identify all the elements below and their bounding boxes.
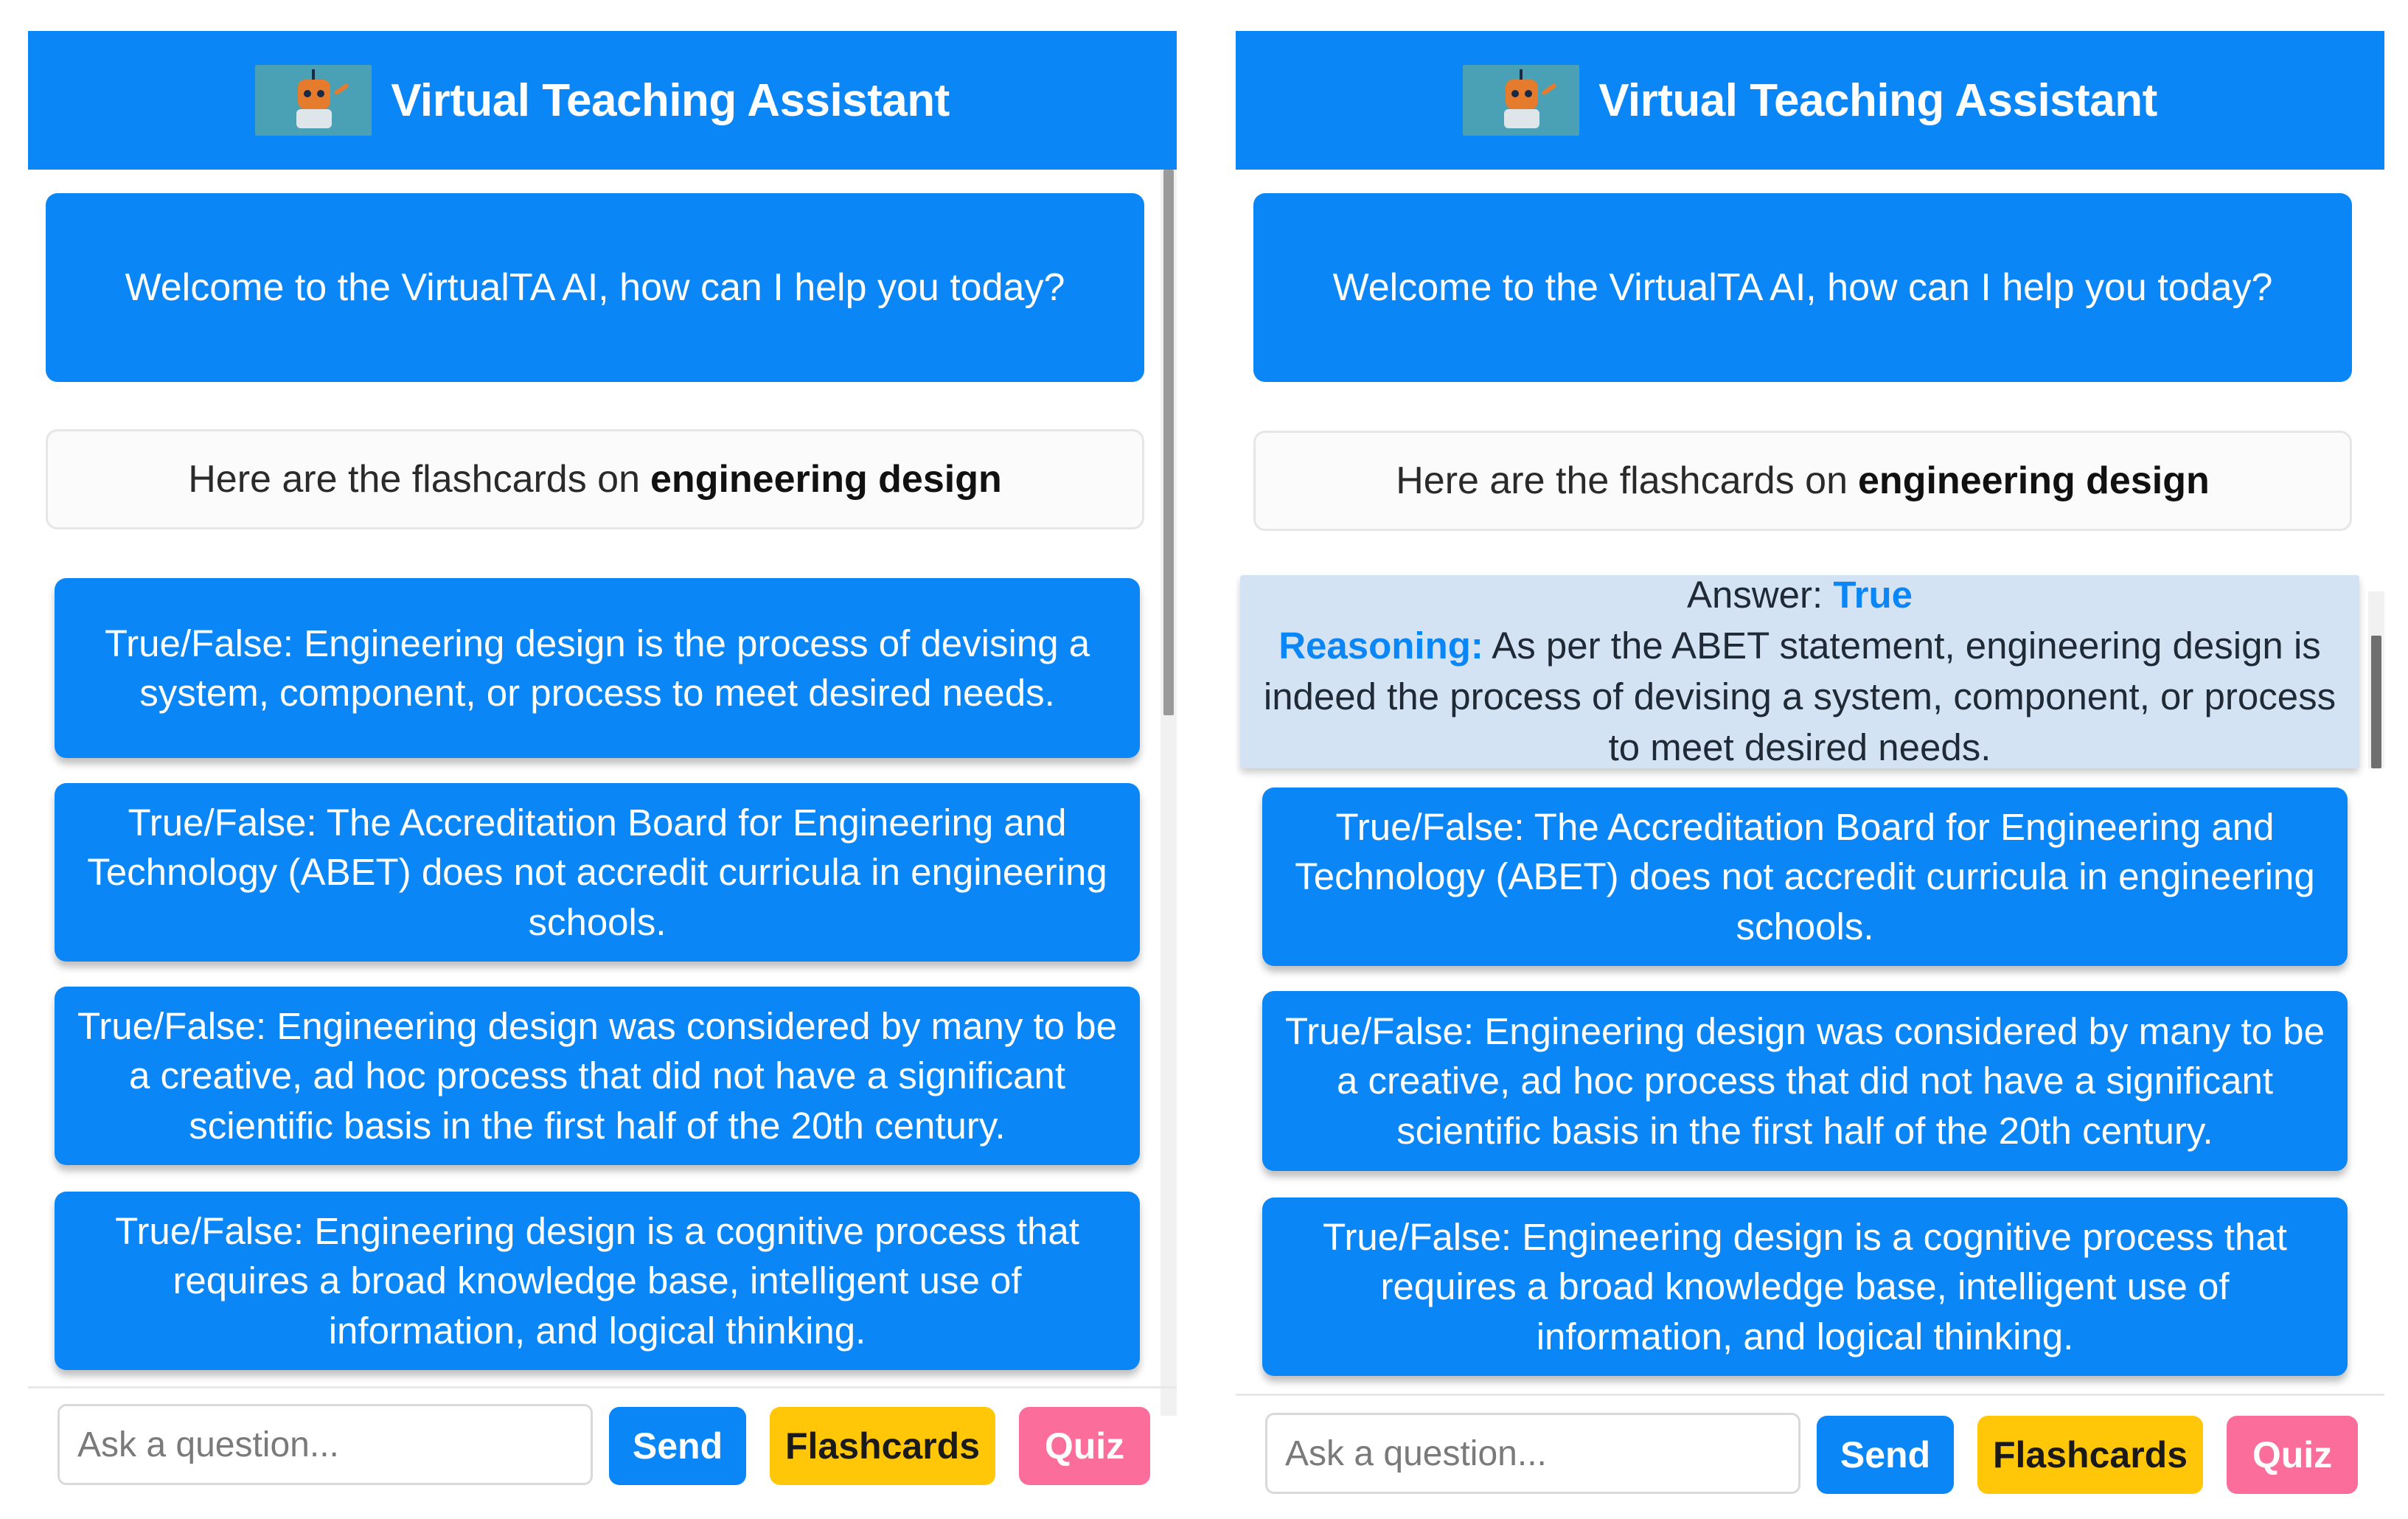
quiz-button[interactable]: Quiz bbox=[2227, 1416, 2358, 1494]
reasoning-line: Reasoning: As per the ABET statement, en… bbox=[1261, 621, 2339, 774]
question-input-placeholder: Ask a question... bbox=[77, 1425, 339, 1464]
answer-line: Answer: True bbox=[1687, 570, 1913, 621]
flashcard-text: True/False: Engineering design is a cogn… bbox=[115, 1210, 1079, 1352]
app-title: Virtual Teaching Assistant bbox=[1598, 74, 2157, 126]
question-input-placeholder: Ask a question... bbox=[1285, 1433, 1547, 1473]
flashcard-1-answer[interactable]: Answer: True Reasoning: As per the ABET … bbox=[1240, 574, 2359, 768]
topic-message: Here are the flashcards on engineering de… bbox=[1253, 431, 2352, 531]
welcome-message: Welcome to the VirtualTA AI, how can I h… bbox=[46, 193, 1144, 382]
welcome-message: Welcome to the VirtualTA AI, how can I h… bbox=[1253, 193, 2352, 382]
answer-value: True bbox=[1833, 574, 1913, 616]
quiz-button[interactable]: Quiz bbox=[1019, 1407, 1150, 1485]
flashcard-3[interactable]: True/False: Engineering design was consi… bbox=[55, 987, 1140, 1165]
welcome-text: Welcome to the VirtualTA AI, how can I h… bbox=[1332, 266, 2273, 309]
flashcards-button[interactable]: Flashcards bbox=[770, 1407, 995, 1485]
footer-divider bbox=[28, 1386, 1177, 1388]
welcome-text: Welcome to the VirtualTA AI, how can I h… bbox=[125, 266, 1065, 309]
flashcard-3[interactable]: True/False: Engineering design was consi… bbox=[1262, 991, 2348, 1171]
app-header: Virtual Teaching Assistant bbox=[28, 31, 1177, 170]
topic-name: engineering design bbox=[650, 458, 1002, 501]
scrollbar-thumb[interactable] bbox=[2371, 636, 2381, 768]
chat-panel-flipped: Virtual Teaching Assistant Welcome to th… bbox=[1236, 31, 2384, 1504]
topic-name: engineering design bbox=[1858, 459, 2210, 502]
send-button[interactable]: Send bbox=[1817, 1416, 1954, 1494]
topic-prefix: Here are the flashcards on bbox=[188, 458, 641, 501]
reasoning-label: Reasoning: bbox=[1278, 625, 1483, 667]
footer-divider bbox=[1236, 1394, 2384, 1396]
topic-prefix: Here are the flashcards on bbox=[1396, 459, 1848, 502]
flashcard-text: True/False: Engineering design was consi… bbox=[77, 1005, 1117, 1147]
app-header: Virtual Teaching Assistant bbox=[1236, 31, 2384, 170]
chat-scrollbar[interactable] bbox=[2368, 591, 2384, 768]
flashcard-2[interactable]: True/False: The Accreditation Board for … bbox=[1262, 788, 2348, 966]
flashcard-4[interactable]: True/False: Engineering design is a cogn… bbox=[55, 1192, 1140, 1370]
robot-logo-icon bbox=[1463, 65, 1580, 136]
chat-scrollbar[interactable] bbox=[1160, 170, 1177, 1416]
send-button[interactable]: Send bbox=[609, 1407, 746, 1485]
robot-logo-icon bbox=[255, 65, 372, 136]
answer-label: Answer: bbox=[1686, 574, 1823, 616]
flashcards-button[interactable]: Flashcards bbox=[1977, 1416, 2203, 1494]
question-input[interactable]: Ask a question... bbox=[1265, 1413, 1800, 1494]
flashcard-text: True/False: Engineering design is the pr… bbox=[104, 622, 1090, 714]
scrollbar-thumb[interactable] bbox=[1163, 170, 1174, 715]
app-title: Virtual Teaching Assistant bbox=[391, 74, 950, 126]
flashcard-text: True/False: The Accreditation Board for … bbox=[1295, 806, 2315, 948]
chat-panel-front: Virtual Teaching Assistant Welcome to th… bbox=[28, 31, 1177, 1504]
flashcard-1[interactable]: True/False: Engineering design is the pr… bbox=[55, 578, 1140, 758]
question-input[interactable]: Ask a question... bbox=[58, 1404, 593, 1485]
flashcard-2[interactable]: True/False: The Accreditation Board for … bbox=[55, 783, 1140, 962]
flashcard-4[interactable]: True/False: Engineering design is a cogn… bbox=[1262, 1198, 2348, 1376]
flashcard-text: True/False: Engineering design is a cogn… bbox=[1323, 1216, 2287, 1358]
flashcard-text: True/False: The Accreditation Board for … bbox=[87, 802, 1107, 943]
flashcard-text: True/False: Engineering design was consi… bbox=[1285, 1010, 2325, 1152]
topic-message: Here are the flashcards on engineering de… bbox=[46, 429, 1144, 529]
